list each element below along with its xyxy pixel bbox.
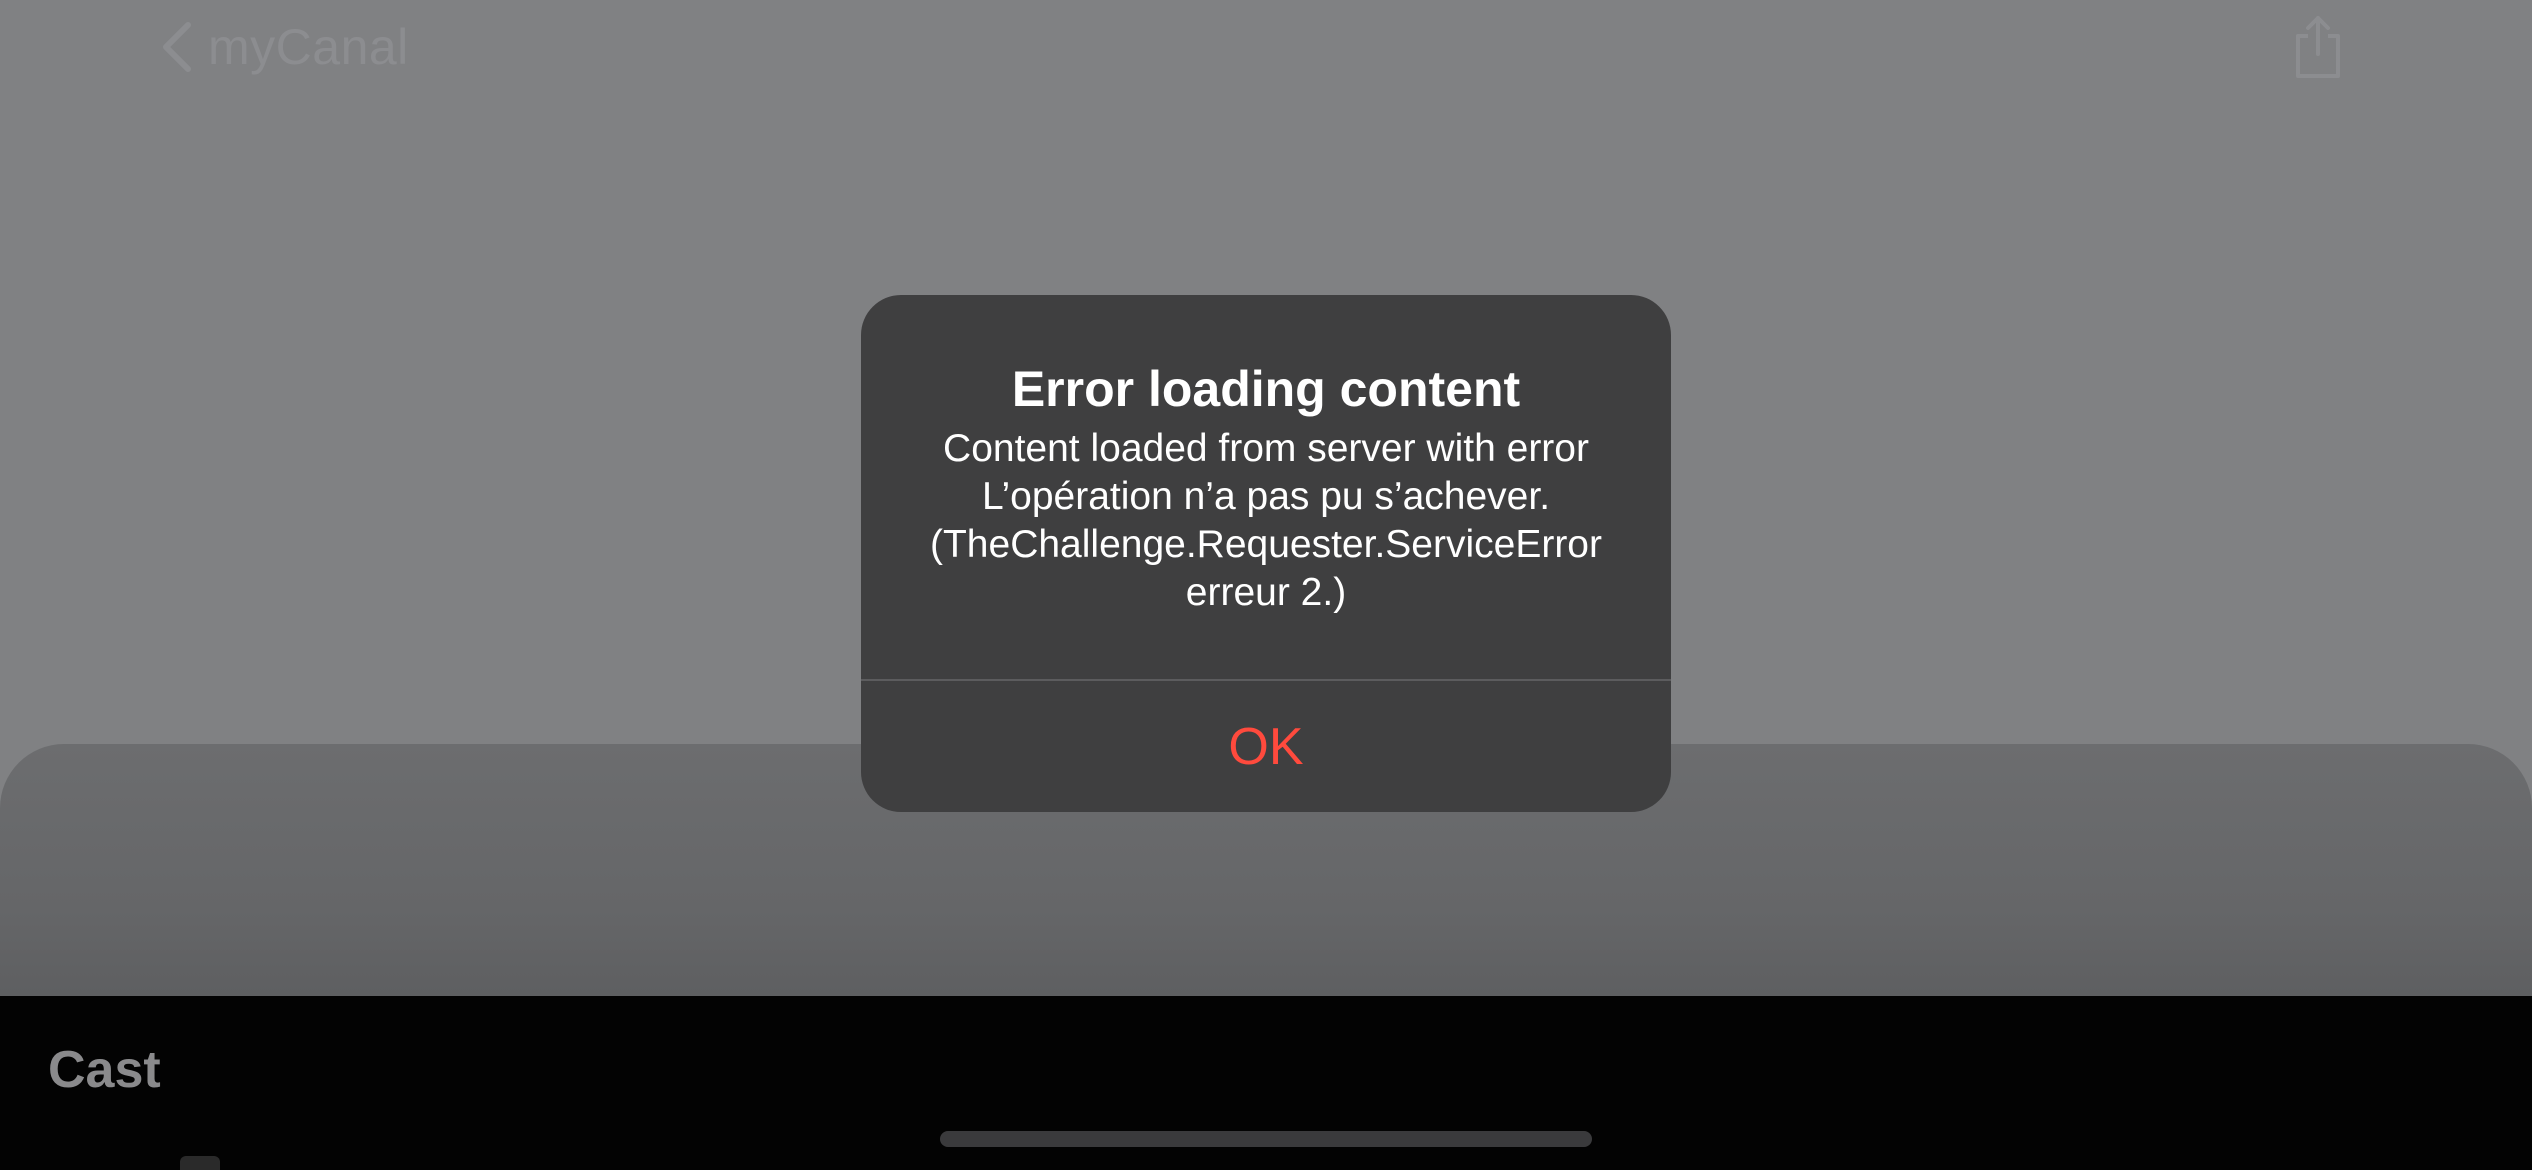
back-label: myCanal bbox=[208, 19, 409, 75]
alert-message: Content loaded from server with error L’… bbox=[896, 425, 1636, 617]
alert-message-line: erreur 2.) bbox=[1185, 571, 1347, 614]
alert-title: Error loading content bbox=[1011, 361, 1521, 417]
alert-message-line: Content loaded from server with error bbox=[943, 427, 1589, 470]
navigation-bar: myCanal bbox=[0, 0, 2532, 100]
share-icon bbox=[2290, 12, 2346, 82]
alert-message-line: L’opération n’a pas pu s’achever. bbox=[981, 475, 1551, 518]
cast-item-partial bbox=[180, 1156, 220, 1170]
error-alert-dialog: Error loading content Content loaded fro… bbox=[861, 295, 1671, 812]
back-button[interactable]: myCanal bbox=[160, 12, 409, 82]
chevron-left-icon bbox=[160, 21, 194, 73]
alert-message-line: (TheChallenge.Requester.ServiceError bbox=[930, 523, 1602, 566]
ok-button[interactable]: OK bbox=[861, 681, 1671, 812]
cast-heading: Cast bbox=[48, 1041, 161, 1099]
home-indicator[interactable] bbox=[940, 1131, 1592, 1147]
share-button[interactable] bbox=[2290, 12, 2346, 82]
alert-content: Error loading content Content loaded fro… bbox=[861, 295, 1671, 679]
